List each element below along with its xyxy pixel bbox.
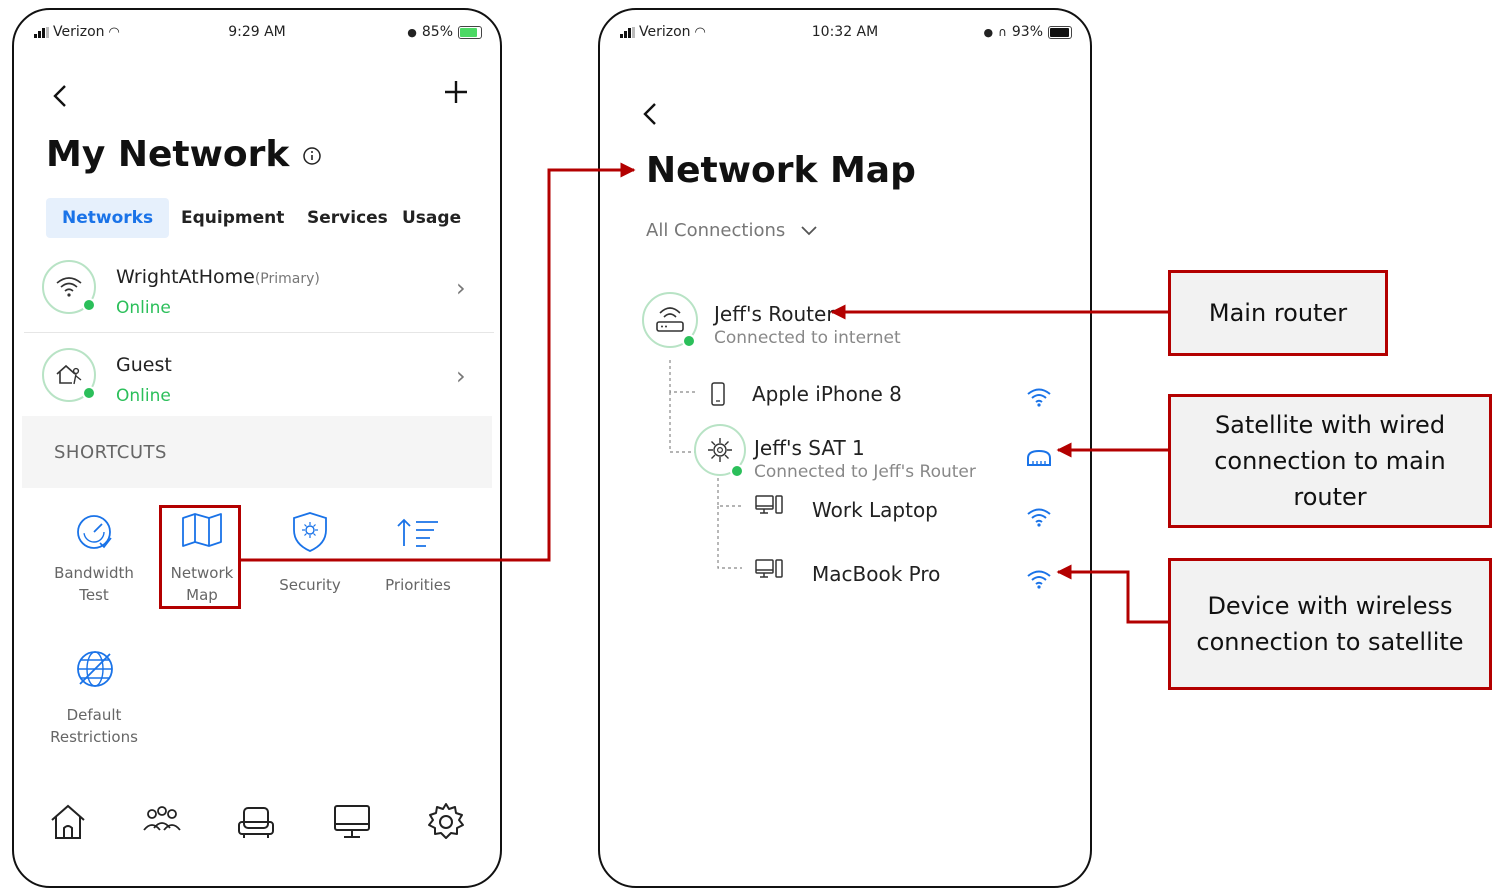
tab-usage[interactable]: Usage xyxy=(402,198,461,238)
home-icon[interactable] xyxy=(46,800,90,844)
battery-icon xyxy=(458,25,482,39)
shortcut-label: Default Restrictions xyxy=(44,704,144,748)
right-phone-frame: Verizon ◠ 10:32 AM ● ∩ 93% Network Map A… xyxy=(598,8,1092,888)
monitor-icon[interactable] xyxy=(330,800,374,844)
device-row-work-laptop[interactable]: Work Laptop xyxy=(748,490,1068,530)
priorities-icon xyxy=(397,518,438,547)
left-phone-frame: Verizon ◠ 9:29 AM ● 85% My Network Netwo… xyxy=(12,8,502,888)
wifi-connection-icon xyxy=(1027,388,1051,407)
online-dot xyxy=(82,298,96,312)
satellite-node[interactable]: Jeff's SAT 1 Connected to Jeff's Router xyxy=(694,424,1064,486)
shortcut-label-line: Default xyxy=(66,706,122,724)
network-status: Online xyxy=(116,298,171,318)
phone-device-icon xyxy=(711,382,725,406)
callout-text: Satellite with wired connection to main … xyxy=(1214,411,1446,511)
shortcut-label-line: Test xyxy=(79,586,109,604)
callout-main-router: Main router xyxy=(1168,270,1388,356)
back-icon[interactable] xyxy=(48,82,72,110)
status-bar: Verizon ◠ 9:29 AM ● 85% xyxy=(14,24,500,44)
network-name: WrightAtHome(Primary) xyxy=(116,266,320,288)
settings-icon[interactable] xyxy=(424,800,468,844)
network-map-highlight xyxy=(159,505,241,609)
online-dot xyxy=(682,334,696,348)
couch-icon[interactable] xyxy=(234,800,278,844)
router-icon xyxy=(656,307,684,332)
tab-networks[interactable]: Networks xyxy=(46,198,170,238)
network-tag: (Primary) xyxy=(254,271,320,287)
shortcut-label-line: Restrictions xyxy=(50,728,138,746)
shield-icon xyxy=(293,512,327,552)
shortcut-default-restrictions[interactable]: Default Restrictions xyxy=(44,646,144,746)
callout-satellite: Satellite with wired connection to main … xyxy=(1168,394,1492,528)
device-name: Apple iPhone 8 xyxy=(752,382,902,406)
satellite-status: Connected to Jeff's Router xyxy=(754,462,976,482)
network-row-guest[interactable]: Guest Online › xyxy=(24,332,494,418)
add-icon[interactable] xyxy=(442,78,470,106)
network-row-primary[interactable]: WrightAtHome(Primary) Online › xyxy=(24,246,494,333)
router-name: Jeff's Router xyxy=(714,302,835,326)
satellite-name: Jeff's SAT 1 xyxy=(754,436,865,460)
tab-equipment[interactable]: Equipment xyxy=(181,198,284,238)
computer-device-icon xyxy=(755,495,783,514)
shortcut-bandwidth-test[interactable]: Bandwidth Test xyxy=(44,508,144,608)
callout-text: Main router xyxy=(1208,299,1348,327)
wifi-connection-icon xyxy=(1027,570,1051,589)
globe-restricted-icon xyxy=(77,651,113,687)
chevron-right-icon[interactable]: › xyxy=(456,362,466,390)
router-status: Connected to internet xyxy=(714,328,901,348)
wifi-connection-icon xyxy=(1027,508,1051,527)
people-icon[interactable] xyxy=(140,800,184,844)
callout-device: Device with wireless connection to satel… xyxy=(1168,558,1492,690)
info-icon[interactable] xyxy=(302,146,322,166)
wired-connection-icon xyxy=(1027,449,1051,466)
battery-percent: 85% xyxy=(421,24,453,40)
shortcut-label: Bandwidth Test xyxy=(44,562,144,606)
shortcut-label: Priorities xyxy=(385,576,451,594)
shortcut-label-line: Bandwidth xyxy=(54,564,134,582)
router-node[interactable]: Jeff's Router Connected to internet xyxy=(642,292,1042,358)
shortcut-security[interactable]: Security xyxy=(260,508,360,608)
chevron-right-icon[interactable]: › xyxy=(456,274,466,302)
tab-services[interactable]: Services xyxy=(307,198,388,238)
alarm-icon: ● xyxy=(407,25,417,39)
shortcuts-header: SHORTCUTS xyxy=(22,416,492,488)
page-title-text: My Network xyxy=(46,134,290,175)
device-name: Work Laptop xyxy=(812,498,938,522)
battery: ● 85% xyxy=(407,24,482,40)
device-row-macbook-pro[interactable]: MacBook Pro xyxy=(748,554,1068,594)
shortcut-label: Security xyxy=(279,576,341,594)
device-name: MacBook Pro xyxy=(812,562,941,586)
network-name: Guest xyxy=(116,354,172,376)
shortcut-priorities[interactable]: Priorities xyxy=(368,508,468,608)
online-dot xyxy=(82,386,96,400)
satellite-icon xyxy=(708,438,732,462)
device-row-iphone[interactable]: Apple iPhone 8 xyxy=(700,378,1060,414)
network-status: Online xyxy=(116,386,171,406)
shortcuts-header-text: SHORTCUTS xyxy=(54,442,167,463)
computer-device-icon xyxy=(755,559,783,578)
page-title: My Network xyxy=(46,134,322,175)
callout-text: Device with wireless connection to satel… xyxy=(1196,592,1464,656)
network-name-text: WrightAtHome xyxy=(116,266,255,288)
online-dot xyxy=(730,464,744,478)
speedometer-icon xyxy=(77,515,112,549)
